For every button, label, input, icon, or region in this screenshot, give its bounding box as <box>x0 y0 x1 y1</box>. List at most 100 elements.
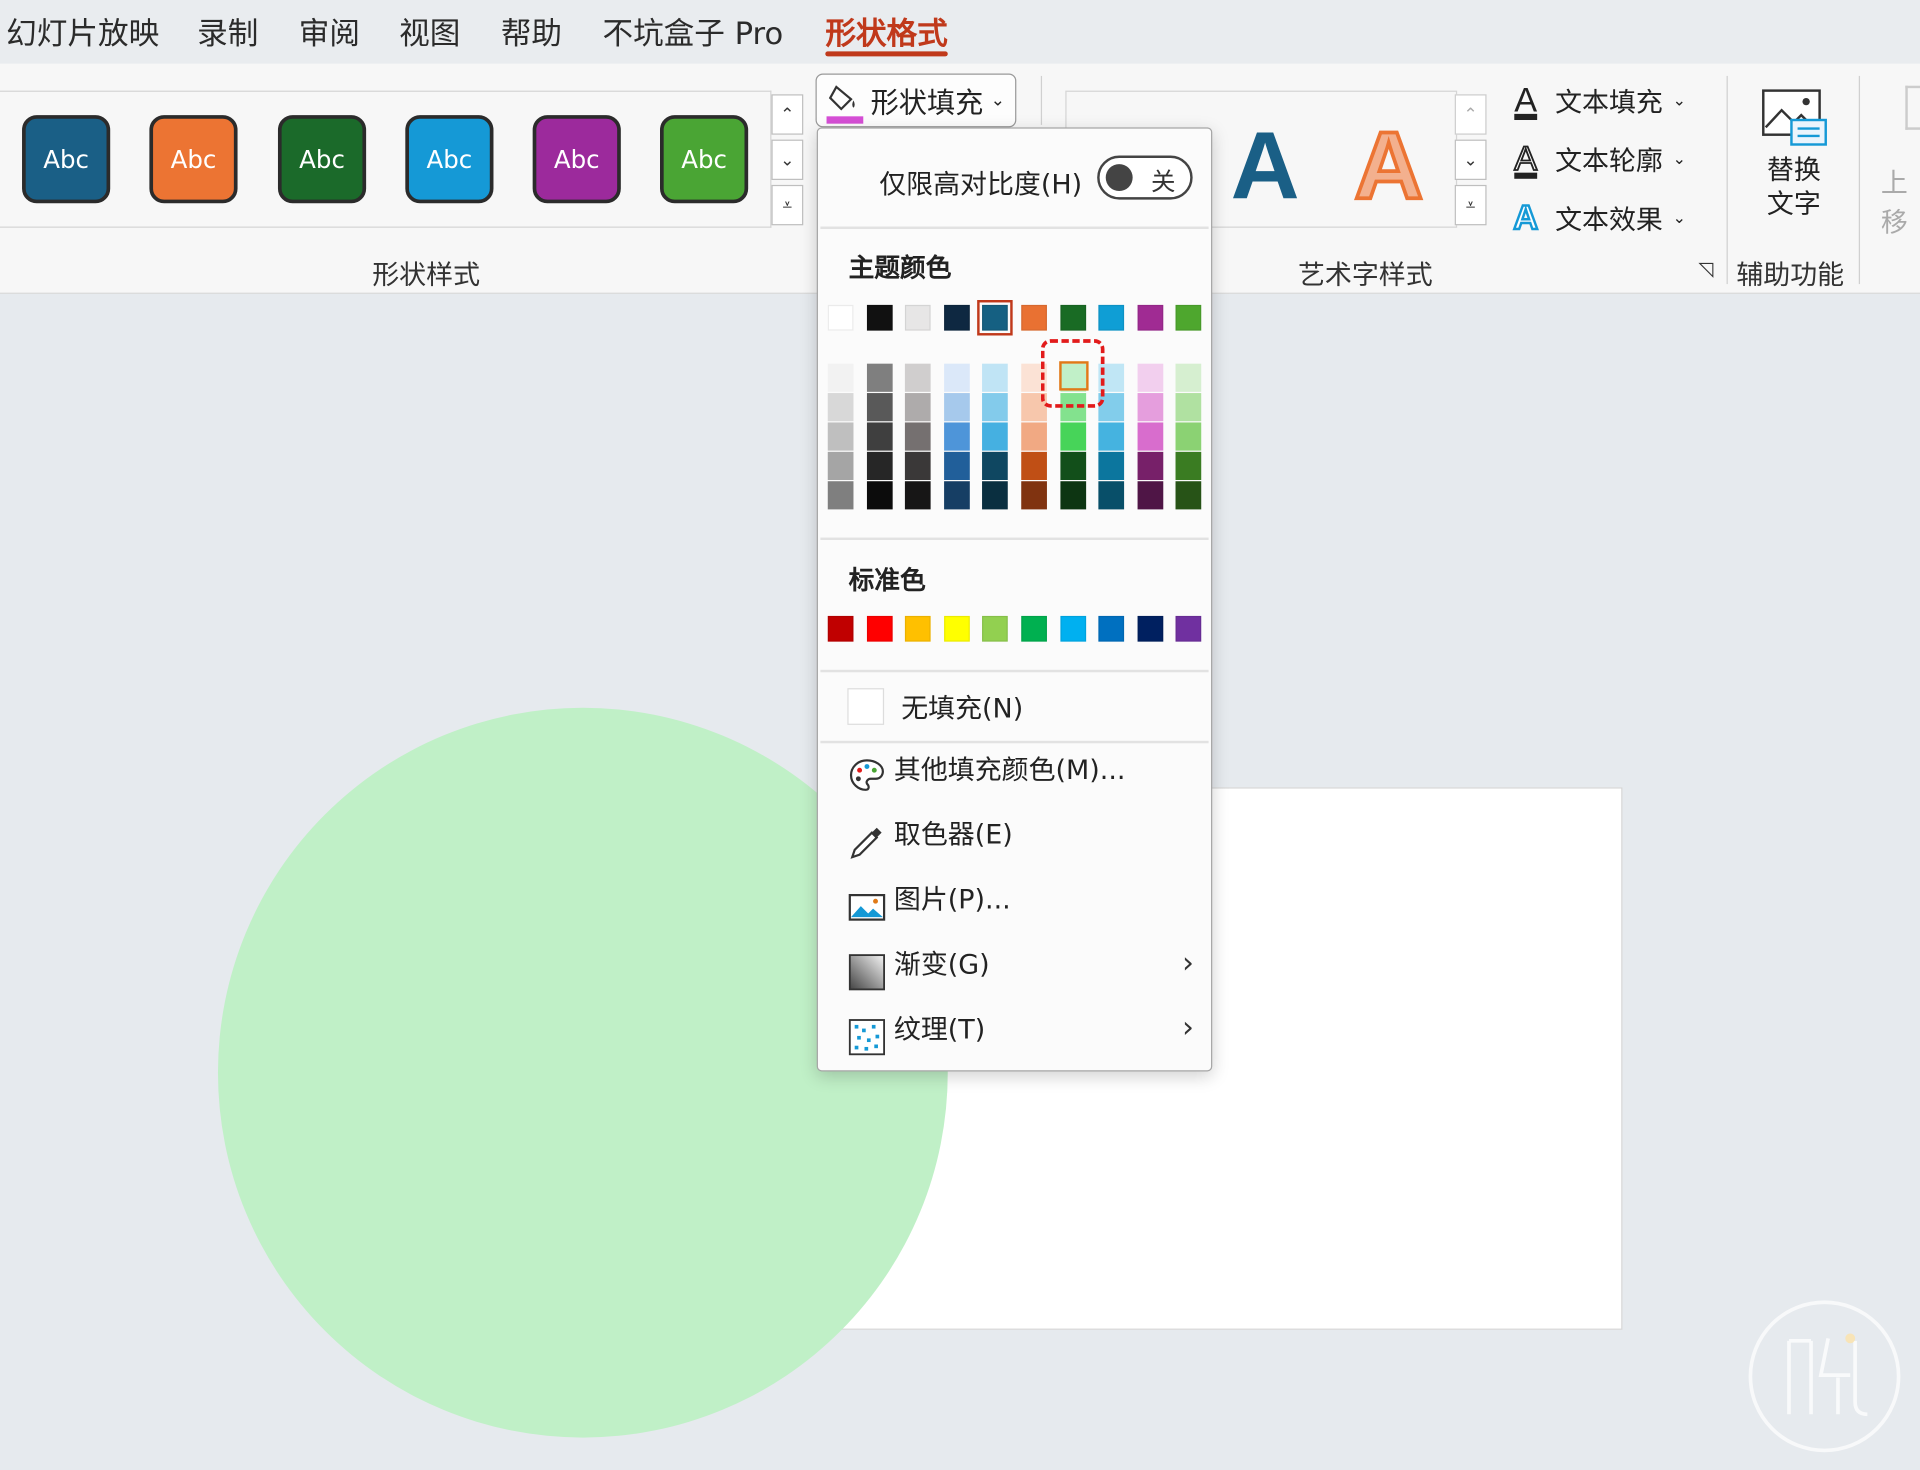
theme-tint-swatch[interactable] <box>827 363 854 392</box>
standard-color-swatch[interactable] <box>982 615 1009 642</box>
theme-tint-swatch[interactable] <box>1098 481 1125 510</box>
theme-color-swatch[interactable] <box>827 304 854 331</box>
theme-tint-swatch[interactable] <box>1098 451 1125 481</box>
theme-tint-swatch[interactable] <box>1137 422 1164 451</box>
wordart-style-blue[interactable]: A <box>1231 110 1300 221</box>
dialog-launcher-icon[interactable]: ◹ <box>1698 257 1713 280</box>
theme-tint-swatch[interactable] <box>905 393 931 422</box>
theme-tint-swatch[interactable] <box>905 363 931 392</box>
theme-tint-swatch[interactable] <box>866 363 893 392</box>
theme-tint-swatch[interactable] <box>905 422 931 451</box>
theme-tint-swatch[interactable] <box>1098 422 1125 451</box>
theme-tint-swatch[interactable] <box>1137 393 1164 422</box>
bring-forward-icon[interactable] <box>1905 85 1920 130</box>
theme-tint-swatch[interactable] <box>982 393 1009 422</box>
shape-style-button[interactable]: Abc <box>532 115 621 204</box>
no-fill-item[interactable]: 无填充(N) <box>818 680 1211 734</box>
theme-tint-swatch[interactable] <box>1021 451 1047 481</box>
eyedropper-item[interactable]: 取色器(E) <box>818 806 1211 860</box>
theme-tint-swatch[interactable] <box>1059 422 1086 451</box>
high-contrast-toggle[interactable]: 关 <box>1097 155 1193 200</box>
theme-tint-swatch[interactable] <box>905 481 931 510</box>
standard-color-swatch[interactable] <box>866 615 893 642</box>
theme-tint-swatch[interactable] <box>943 393 970 422</box>
standard-color-swatch[interactable] <box>943 615 970 642</box>
theme-color-swatch[interactable] <box>1137 304 1164 331</box>
menu-slideshow[interactable]: 幻灯片放映 <box>6 10 159 54</box>
theme-tint-swatch[interactable] <box>943 363 970 392</box>
theme-tint-swatch[interactable] <box>1021 481 1047 510</box>
theme-tint-swatch[interactable] <box>1137 451 1164 481</box>
theme-tint-swatch[interactable] <box>827 481 854 510</box>
menu-review[interactable]: 审阅 <box>299 10 360 54</box>
standard-color-swatch[interactable] <box>1021 615 1047 642</box>
theme-tint-swatch[interactable] <box>1175 451 1202 481</box>
shape-fill-button[interactable]: 形状填充 ⌄ <box>815 73 1017 128</box>
theme-tint-swatch[interactable] <box>866 422 893 451</box>
theme-tint-swatch[interactable] <box>827 451 854 481</box>
theme-tint-swatch[interactable] <box>1059 481 1086 510</box>
theme-color-swatch[interactable] <box>943 304 970 331</box>
shape-style-button[interactable]: Abc <box>149 115 238 204</box>
theme-tint-swatch[interactable] <box>1059 451 1086 481</box>
theme-tint-swatch[interactable] <box>1175 481 1202 510</box>
theme-tint-swatch[interactable] <box>1175 363 1202 392</box>
theme-tint-swatch[interactable] <box>982 451 1009 481</box>
theme-tint-swatch[interactable] <box>1137 481 1164 510</box>
theme-color-swatch[interactable] <box>977 300 1014 336</box>
theme-color-swatch[interactable] <box>1175 304 1202 331</box>
menu-help[interactable]: 帮助 <box>501 10 562 54</box>
theme-color-swatch[interactable] <box>1021 304 1047 331</box>
wordart-scroll-up-button[interactable]: ⌃ <box>1454 94 1487 135</box>
theme-tint-swatch[interactable] <box>866 451 893 481</box>
alt-text-button[interactable]: 替换 文字 <box>1753 86 1834 233</box>
standard-color-swatch[interactable] <box>1059 615 1086 642</box>
theme-tint-swatch[interactable] <box>905 451 931 481</box>
more-fill-colors-item[interactable]: 其他填充颜色(M)... <box>818 741 1211 795</box>
shape-style-button[interactable]: Abc <box>22 115 111 204</box>
theme-tint-swatch[interactable] <box>866 393 893 422</box>
theme-color-swatch[interactable] <box>905 304 931 331</box>
theme-tint-swatch[interactable] <box>827 422 854 451</box>
theme-tint-swatch[interactable] <box>1021 422 1047 451</box>
shape-style-button[interactable]: Abc <box>277 115 367 204</box>
standard-color-swatch[interactable] <box>827 615 854 642</box>
standard-color-swatch[interactable] <box>1175 615 1202 642</box>
menu-record[interactable]: 录制 <box>197 10 258 54</box>
theme-color-swatch[interactable] <box>1059 304 1086 331</box>
menu-bukeng-box[interactable]: 不坑盒子 Pro <box>602 10 783 54</box>
gallery-more-button[interactable]: ⩡ <box>771 184 804 226</box>
theme-tint-swatch[interactable] <box>982 422 1009 451</box>
bring-forward-label[interactable]: 上移 <box>1881 162 1920 240</box>
text-effects-button[interactable]: A 文本效果 ⌄ <box>1506 193 1686 242</box>
shape-style-button[interactable]: Abc <box>405 115 494 204</box>
menu-view[interactable]: 视图 <box>399 10 460 54</box>
gallery-scroll-up-button[interactable]: ⌃ <box>771 94 804 135</box>
texture-fill-item[interactable]: 纹理(T) › <box>818 1000 1211 1056</box>
theme-tint-swatch[interactable] <box>866 481 893 510</box>
wordart-more-button[interactable]: ⩡ <box>1454 184 1487 226</box>
standard-color-swatch[interactable] <box>1137 615 1164 642</box>
theme-tint-swatch[interactable] <box>1175 393 1202 422</box>
text-outline-button[interactable]: A 文本轮廓 ⌄ <box>1506 135 1686 184</box>
wordart-style-orange[interactable]: A <box>1352 110 1425 221</box>
gradient-fill-item[interactable]: 渐变(G) › <box>818 936 1211 991</box>
menu-shape-format[interactable]: 形状格式 <box>825 10 947 54</box>
standard-color-swatch[interactable] <box>1098 615 1125 642</box>
wordart-scroll-down-button[interactable]: ⌄ <box>1454 139 1487 181</box>
shape-style-button[interactable]: Abc <box>660 115 749 204</box>
theme-color-swatch[interactable] <box>1098 304 1125 331</box>
text-fill-button[interactable]: A 文本填充 ⌄ <box>1506 76 1686 125</box>
theme-tint-swatch[interactable] <box>1175 422 1202 451</box>
theme-tint-swatch[interactable] <box>1137 363 1164 392</box>
standard-color-swatch[interactable] <box>905 615 931 642</box>
theme-tint-swatch[interactable] <box>827 393 854 422</box>
gallery-scroll-down-button[interactable]: ⌄ <box>771 139 804 181</box>
theme-tint-swatch[interactable] <box>943 422 970 451</box>
theme-color-swatch[interactable] <box>866 304 893 331</box>
theme-tint-swatch[interactable] <box>943 481 970 510</box>
picture-fill-item[interactable]: 图片(P)... <box>818 871 1211 925</box>
theme-tint-swatch[interactable] <box>982 363 1009 392</box>
theme-tint-swatch[interactable] <box>982 481 1009 510</box>
theme-tint-swatch[interactable] <box>943 451 970 481</box>
